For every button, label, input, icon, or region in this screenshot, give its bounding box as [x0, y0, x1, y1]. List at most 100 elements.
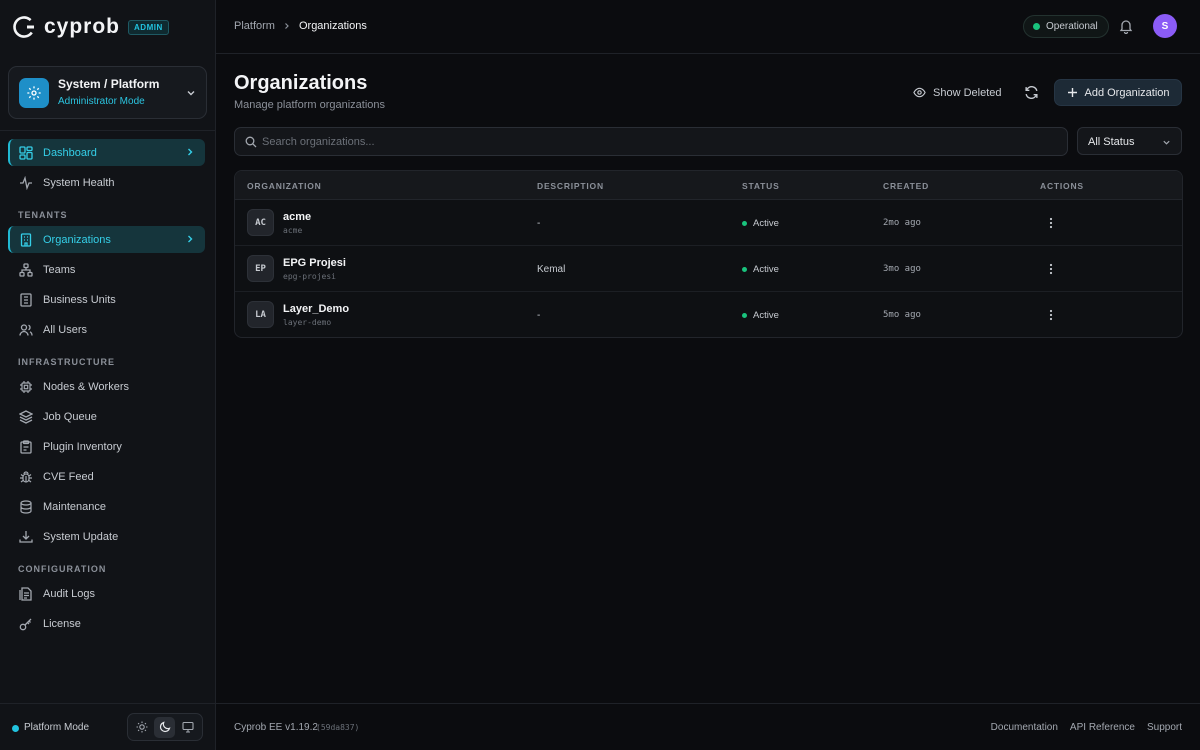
row-actions-button[interactable] — [1043, 261, 1059, 277]
row-actions-button[interactable] — [1043, 307, 1059, 323]
sidebar-item-business-units[interactable]: Business Units — [8, 286, 205, 313]
org-initials-badge: LA — [247, 301, 274, 328]
org-description: Kemal — [537, 264, 566, 275]
table-row[interactable]: LA Layer_Demo layer-demo - Active 5mo ag… — [235, 292, 1182, 337]
row-actions-button[interactable] — [1043, 215, 1059, 231]
theme-dark-button[interactable] — [154, 716, 176, 738]
page-title: Organizations — [234, 72, 368, 94]
sidebar-item-system-health[interactable]: System Health — [8, 169, 205, 196]
add-organization-button[interactable]: Add Organization — [1054, 79, 1182, 106]
system-status-badge[interactable]: Operational — [1023, 15, 1109, 38]
search-input[interactable] — [262, 128, 1052, 155]
org-name[interactable]: acme — [283, 211, 311, 223]
sidebar-item-label: Maintenance — [43, 500, 106, 513]
breadcrumb-item-platform[interactable]: Platform — [234, 20, 275, 32]
theme-light-button[interactable] — [132, 717, 153, 738]
gear-icon — [19, 78, 49, 108]
sidebar-item-audit-logs[interactable]: Audit Logs — [8, 580, 205, 607]
layers-icon — [19, 409, 33, 424]
users-icon — [19, 323, 33, 336]
org-name[interactable]: Layer_Demo — [283, 303, 349, 315]
column-header-organization[interactable]: ORGANIZATION — [247, 181, 322, 191]
sidebar-item-teams[interactable]: Teams — [8, 256, 205, 283]
column-header-actions: ACTIONS — [1040, 181, 1084, 191]
context-title: System / Platform — [58, 77, 160, 91]
show-deleted-button[interactable]: Show Deleted — [905, 80, 1010, 105]
add-organization-label: Add Organization — [1084, 86, 1170, 99]
sidebar-item-license[interactable]: License — [8, 610, 205, 637]
theme-system-button[interactable] — [177, 717, 198, 738]
topbar: Platform Organizations Operational S — [216, 0, 1200, 54]
documentation-link[interactable]: Documentation — [991, 722, 1058, 733]
sidebar-item-plugin-inventory[interactable]: Plugin Inventory — [8, 433, 205, 460]
section-heading-configuration: CONFIGURATION — [18, 564, 107, 574]
api-reference-link[interactable]: API Reference — [1070, 722, 1135, 733]
sidebar-item-label: All Users — [43, 323, 88, 336]
sidebar-item-label: Plugin Inventory — [43, 440, 122, 453]
bug-icon — [20, 470, 32, 483]
status-filter-select[interactable]: All Status — [1077, 127, 1182, 155]
column-header-description[interactable]: DESCRIPTION — [537, 181, 604, 191]
table-row[interactable]: AC acme acme - Active 2mo ago — [235, 200, 1182, 246]
bell-icon[interactable] — [1118, 18, 1134, 34]
mode-indicator-dot — [12, 725, 19, 732]
key-icon — [19, 618, 32, 630]
footer-links: Documentation API Reference Support — [991, 722, 1182, 733]
sidebar-item-maintenance[interactable]: Maintenance — [8, 493, 205, 520]
org-initials-badge: AC — [247, 209, 274, 236]
mode-label: Platform Mode — [24, 722, 90, 733]
status-label: Active — [753, 264, 779, 275]
sidebar-item-label: Organizations — [43, 233, 111, 246]
database-icon — [20, 499, 32, 514]
sidebar-item-label: System Update — [43, 530, 119, 543]
sidebar-item-all-users[interactable]: All Users — [8, 316, 205, 343]
moon-icon — [159, 721, 171, 733]
plus-icon — [1067, 88, 1077, 97]
section-heading-infrastructure: INFRASTRUCTURE — [18, 357, 115, 367]
brand-name: cyprob — [44, 15, 121, 38]
status-dot — [742, 313, 747, 318]
sidebar-item-job-queue[interactable]: Job Queue — [8, 403, 205, 430]
sidebar-footer: Platform Mode — [0, 703, 215, 750]
sidebar-item-nodes-workers[interactable]: Nodes & Workers — [8, 373, 205, 400]
cyprob-logo-icon — [13, 16, 35, 38]
sidebar-item-organizations[interactable]: Organizations — [8, 226, 205, 253]
chevron-down-icon — [187, 91, 195, 96]
dashboard-icon — [19, 145, 33, 160]
teams-icon — [19, 262, 33, 277]
version-label: Cyprob EE v1.19.2 — [234, 722, 318, 733]
admin-badge: ADMIN — [128, 19, 169, 35]
sidebar-item-cve-feed[interactable]: CVE Feed — [8, 463, 205, 490]
section-heading-tenants: TENANTS — [18, 210, 68, 220]
sidebar-item-label: Nodes & Workers — [43, 380, 129, 393]
avatar[interactable]: S — [1153, 14, 1177, 38]
chevron-right-icon — [188, 235, 193, 243]
org-name[interactable]: EPG Projesi — [283, 257, 346, 269]
cpu-icon — [20, 380, 32, 393]
column-header-status[interactable]: STATUS — [742, 181, 780, 191]
divider — [0, 130, 215, 131]
status-label: Active — [753, 218, 779, 229]
sidebar-item-label: Audit Logs — [43, 587, 95, 600]
org-slug: layer-demo — [283, 318, 332, 327]
breadcrumb-item-current: Organizations — [298, 20, 367, 32]
refresh-button[interactable] — [1018, 79, 1045, 106]
more-vertical-icon — [1049, 217, 1053, 229]
sidebar-item-label: System Health — [43, 176, 115, 189]
table-row[interactable]: EP EPG Projesi epg-projesi Kemal Active … — [235, 246, 1182, 292]
build-hash: (59da837) — [316, 723, 360, 732]
search-icon — [245, 136, 257, 148]
chevron-right-icon — [285, 23, 289, 29]
context-switcher[interactable]: System / Platform Administrator Mode — [8, 66, 207, 119]
support-link[interactable]: Support — [1147, 722, 1182, 733]
sidebar-item-label: Dashboard — [43, 146, 97, 159]
sidebar-item-dashboard[interactable]: Dashboard — [8, 139, 205, 166]
sidebar-item-system-update[interactable]: System Update — [8, 523, 205, 550]
page-subtitle: Manage platform organizations — [234, 99, 386, 111]
brand[interactable]: cyprob ADMIN — [12, 14, 169, 40]
created-time: 5mo ago — [883, 310, 921, 320]
more-vertical-icon — [1049, 309, 1053, 321]
sidebar-item-label: License — [43, 617, 81, 630]
status-dot — [1033, 23, 1040, 30]
column-header-created[interactable]: CREATED — [883, 181, 929, 191]
